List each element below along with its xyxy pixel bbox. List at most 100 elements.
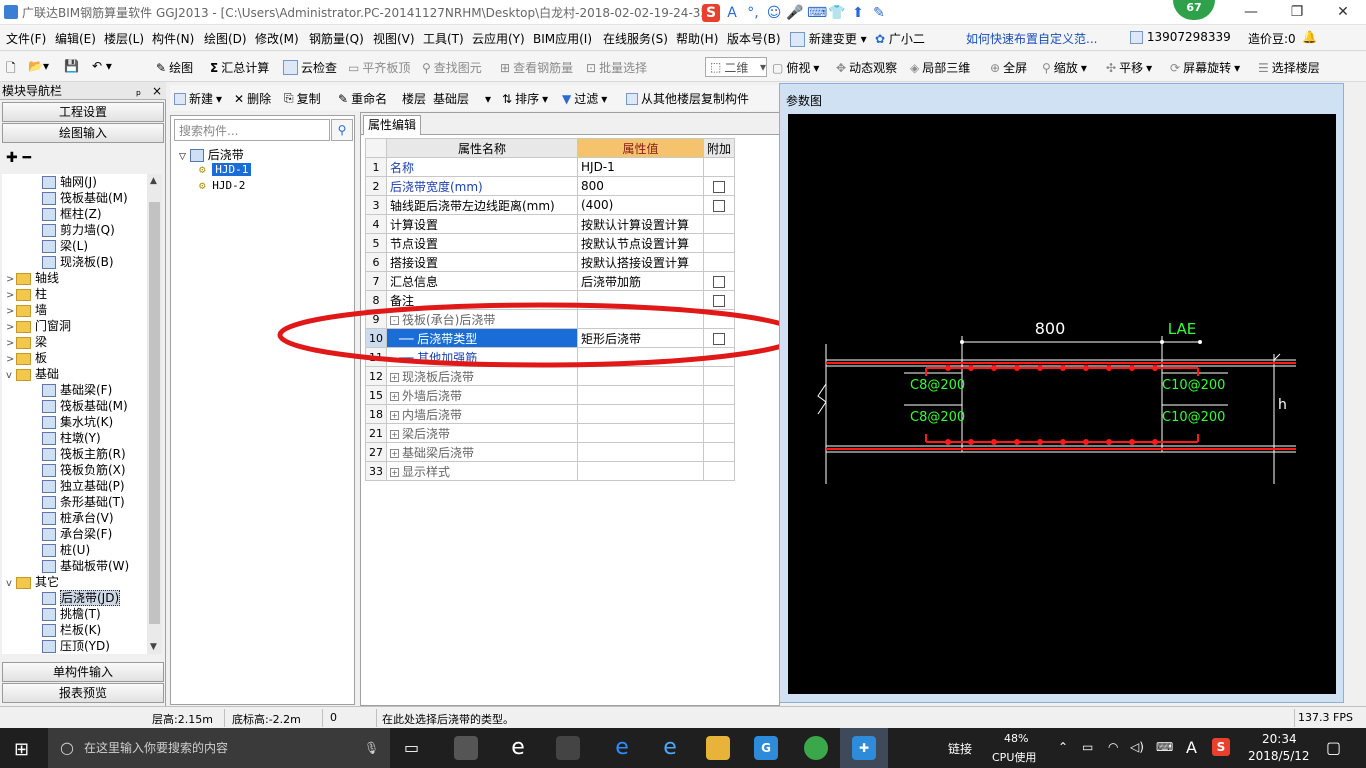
list-item[interactable]: ⚙ HJD-2	[199, 179, 245, 192]
property-row[interactable]: 18 + 内墙后浇带	[365, 404, 736, 424]
scroll-down-icon[interactable]: ▼	[150, 642, 157, 652]
tree-folder[interactable]: v 其它	[6, 574, 59, 590]
maximize-button[interactable]: ❐	[1274, 0, 1320, 25]
tree-folder[interactable]: > 柱	[6, 286, 47, 302]
chevron-down-icon[interactable]: v	[6, 368, 16, 384]
copy-from-floor-button[interactable]: 从其他楼层复制构件	[626, 90, 749, 107]
menu-edit[interactable]: 编辑(E)	[55, 30, 96, 47]
keyboard-icon[interactable]: ⌨	[1156, 740, 1173, 754]
pin-icon[interactable]: ₚ	[136, 82, 141, 100]
green-app-icon[interactable]	[804, 736, 828, 760]
extra-checkbox[interactable]	[713, 275, 725, 288]
property-row[interactable]: 2 后浇带宽度(mm) 800	[365, 176, 736, 196]
menu-help[interactable]: 帮助(H)	[676, 30, 718, 47]
tree-item[interactable]: 栏板(K)	[42, 622, 101, 638]
score-badge[interactable]: 67	[1173, 0, 1215, 20]
tree-item[interactable]: 筏板负筋(X)	[42, 462, 126, 478]
ime-voice-icon[interactable]: 🎤	[786, 4, 804, 22]
ime-lang-icon[interactable]: A	[723, 4, 741, 22]
property-row[interactable]: 1 名称 HJD-1	[365, 157, 736, 177]
property-name[interactable]: 后浇带宽度(mm)	[386, 176, 578, 196]
property-value[interactable]: 按默认搭接设置计算	[577, 252, 704, 272]
ime-skin-icon[interactable]: 👕	[828, 4, 846, 22]
property-value[interactable]: 后浇带加筋	[577, 271, 704, 291]
tree-item[interactable]: 基础板带(W)	[42, 558, 129, 574]
menu-component[interactable]: 构件(N)	[152, 30, 194, 47]
tree-item[interactable]: 条形基础(T)	[42, 494, 125, 510]
expand-all-icon[interactable]: ✚ ━	[6, 150, 31, 166]
batch-select-button[interactable]: ⊡ 批量选择	[586, 59, 647, 76]
menu-cloud[interactable]: 云应用(Y)	[472, 30, 525, 47]
view-rebar-button[interactable]: ⊞ 查看钢筋量	[500, 59, 573, 76]
property-name[interactable]: 名称	[386, 157, 578, 177]
tab-property-edit[interactable]: 属性编辑	[363, 115, 421, 135]
copy-button[interactable]: ⎘ 复制	[284, 90, 321, 107]
expand-icon[interactable]: +	[390, 372, 399, 382]
extra-checkbox[interactable]	[713, 199, 725, 212]
windows-start-icon[interactable]: ⊞	[14, 739, 29, 760]
property-name[interactable]: 计算设置	[386, 214, 578, 234]
draw-input-button[interactable]: 绘图输入	[2, 123, 164, 143]
scroll-up-icon[interactable]: ▲	[150, 176, 157, 186]
ime-punct-icon[interactable]: °,	[744, 4, 762, 22]
property-row[interactable]: 27 + 基础梁后浇带	[365, 442, 736, 462]
rename-button[interactable]: ✎ 重命名	[338, 90, 387, 107]
expand-icon[interactable]: +	[390, 410, 399, 420]
search-icon[interactable]: ⚲	[331, 119, 353, 141]
rotate-button[interactable]: ⟳ 屏幕旋转 ▾	[1170, 59, 1240, 76]
expand-icon[interactable]: +	[390, 448, 399, 458]
tree-item[interactable]: 梁(L)	[42, 238, 88, 254]
tree-folder[interactable]: > 轴线	[6, 270, 59, 286]
filter-button[interactable]: ▼ 过滤 ▾	[562, 90, 607, 107]
ime-upload-icon[interactable]: ⬆	[849, 4, 867, 22]
property-value[interactable]	[577, 385, 704, 405]
property-name[interactable]: + 显示样式	[386, 461, 578, 481]
tray-up-icon[interactable]: ⌃	[1058, 740, 1068, 754]
property-value[interactable]: HJD-1	[577, 157, 704, 177]
sum-calc-button[interactable]: Σ 汇总计算	[210, 59, 269, 76]
property-name[interactable]: + 外墙后浇带	[386, 385, 578, 405]
ime-mode[interactable]: A	[1186, 738, 1197, 757]
property-row[interactable]: 4 计算设置 按默认计算设置计算	[365, 214, 736, 234]
flat-slab-button[interactable]: ▭ 平齐板顶	[348, 59, 410, 76]
ie-app-icon[interactable]: e	[506, 736, 530, 760]
close-button[interactable]: ✕	[1320, 0, 1366, 25]
expand-icon[interactable]: +	[390, 467, 399, 477]
property-name[interactable]: 搭接设置	[386, 252, 578, 272]
fullscreen-button[interactable]: ⊕ 全屏	[990, 59, 1027, 76]
clock-time[interactable]: 20:34	[1262, 732, 1297, 746]
edge-icon[interactable]: e	[610, 736, 634, 760]
report-preview-button[interactable]: 报表预览	[2, 683, 164, 703]
property-value[interactable]: 800	[577, 176, 704, 196]
link-label[interactable]: 链接	[948, 740, 972, 757]
property-value[interactable]	[577, 404, 704, 424]
ime-emoji-icon[interactable]: ☺	[765, 4, 783, 22]
tree-folder[interactable]: v 基础	[6, 366, 59, 382]
battery-icon[interactable]: ▭	[1082, 740, 1093, 754]
zoom-button[interactable]: ⚲ 缩放 ▾	[1042, 59, 1087, 76]
property-name[interactable]: + 内墙后浇带	[386, 404, 578, 424]
component-search-input[interactable]: 搜索构件...	[174, 119, 330, 141]
view-mode-select[interactable]: ⬚ 二维 ▾	[705, 57, 767, 77]
tree-folder[interactable]: > 梁	[6, 334, 47, 350]
property-row[interactable]: 7 汇总信息 后浇带加筋	[365, 271, 736, 291]
tree-item[interactable]: 筏板基础(M)	[42, 398, 128, 414]
property-name[interactable]: 汇总信息	[386, 271, 578, 291]
glodon-app-icon[interactable]: G	[754, 736, 778, 760]
menu-floor[interactable]: 楼层(L)	[104, 30, 144, 47]
tip-link[interactable]: 如何快速布置自定义范...	[966, 30, 1097, 47]
menu-rebar[interactable]: 钢筋量(Q)	[309, 30, 364, 47]
single-input-button[interactable]: 单构件输入	[2, 662, 164, 682]
property-row[interactable]: 15 + 外墙后浇带	[365, 385, 736, 405]
ie-icon[interactable]: e	[658, 736, 682, 760]
property-value[interactable]	[577, 461, 704, 481]
active-app-slot[interactable]: ✚	[840, 728, 888, 768]
tree-item[interactable]: 集水坑(K)	[42, 414, 113, 430]
chevron-down-icon[interactable]: v	[6, 576, 16, 592]
notification-icon[interactable]: ▢	[1326, 738, 1341, 757]
tree-item[interactable]: 压顶(YD)	[42, 638, 110, 654]
property-row[interactable]: 5 节点设置 按默认节点设置计算	[365, 233, 736, 253]
property-value[interactable]: 按默认计算设置计算	[577, 214, 704, 234]
property-name[interactable]: + 梁后浇带	[386, 423, 578, 443]
tree-item[interactable]: 承台梁(F)	[42, 526, 112, 542]
